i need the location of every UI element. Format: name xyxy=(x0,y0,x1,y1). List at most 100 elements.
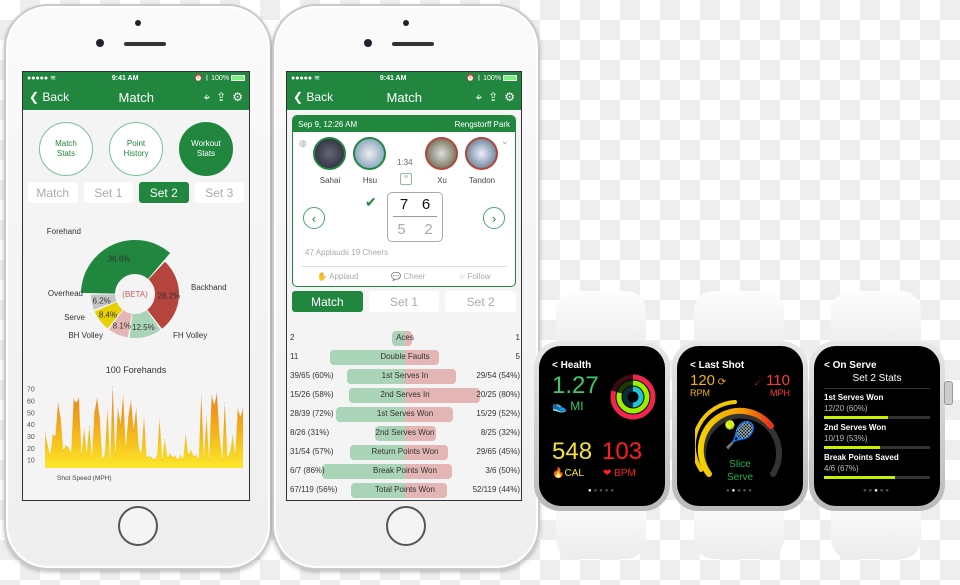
donut-percent-label: 8.1% xyxy=(113,321,131,330)
speed-data-point xyxy=(47,445,48,446)
speed-data-point xyxy=(107,409,108,411)
speed-data-point xyxy=(216,393,218,394)
tab-set-1[interactable]: Set 1 xyxy=(83,182,133,203)
avatar-hsu[interactable] xyxy=(353,137,386,170)
back-button[interactable]: < On Serve xyxy=(824,360,930,371)
battery-icon xyxy=(503,75,517,82)
speed-data-point xyxy=(213,404,215,406)
tab-set-2[interactable]: Set 2 xyxy=(139,182,189,203)
y-tick-label: 30 xyxy=(27,434,35,441)
tab-set-3[interactable]: Set 3 xyxy=(194,182,244,203)
player-name: Sahai xyxy=(319,176,341,185)
donut-percent-label: 12.5% xyxy=(132,323,155,332)
speed-data-point xyxy=(86,453,88,455)
shot-speed-chart: 10 20 30 40 50 60 70 Shot Speed (MPH) xyxy=(27,386,244,482)
wifi-icon: ≋ xyxy=(314,75,320,82)
home-button[interactable] xyxy=(118,506,158,546)
serve-stat-value: 10/19 (53%) xyxy=(824,434,868,443)
calories-unit-row: 🔥CAL xyxy=(552,468,584,479)
workout-stats-button[interactable]: Workout Stats xyxy=(179,122,233,176)
gear-icon[interactable]: ⚙ xyxy=(504,90,515,105)
stat-row: 15/26 (58%) 2nd Serves In 20/25 (80%) xyxy=(287,387,521,403)
watch-last-shot: < Last Shot 120 ⟳ RPM ☄ 110 MPH 🎾 Slice S… xyxy=(672,291,812,571)
stat-row: 39/65 (60%) 1st Serves In 29/54 (54%) xyxy=(287,368,521,384)
back-button[interactable]: < Last Shot xyxy=(690,360,790,371)
chevron-down-icon[interactable]: ⌄ xyxy=(501,136,509,147)
share-icon[interactable]: ⇪ xyxy=(488,90,498,105)
watch-health: < Health 1.27 👟 MI 548 103 🔥CAL ❤ BPM ●●… xyxy=(534,291,674,571)
avatar-sahai[interactable] xyxy=(313,137,346,170)
speed-data-point xyxy=(57,402,59,404)
page-indicator: ●●●●● xyxy=(587,488,617,494)
avatar-tandon[interactable] xyxy=(465,137,498,170)
tab-set-2[interactable]: Set 2 xyxy=(445,291,517,312)
speed-data-point xyxy=(83,428,85,430)
gear-icon[interactable]: ⚙ xyxy=(232,90,243,105)
avatar-xu[interactable] xyxy=(425,137,458,170)
share-icon[interactable]: ⇪ xyxy=(216,90,226,105)
donut-percent-label: 8.4% xyxy=(99,311,117,320)
speed-area-series xyxy=(45,386,243,468)
cheer-button[interactable]: 💬 Cheer xyxy=(391,272,425,281)
heart-icon: ❤ xyxy=(603,468,612,479)
back-button[interactable]: ❮ Back xyxy=(29,90,69,104)
serve-stat-track xyxy=(824,416,930,419)
speed-data-point xyxy=(203,457,205,458)
speed-data-point xyxy=(52,434,54,436)
next-match-button[interactable]: › xyxy=(483,207,505,229)
speed-data-point xyxy=(177,459,179,461)
point-history-button[interactable]: Point History xyxy=(109,122,163,176)
location-pin-icon[interactable]: ⌖ xyxy=(203,90,210,105)
speed-data-point xyxy=(187,454,189,456)
chevron-left-icon: ❮ xyxy=(293,90,304,104)
speed-unit: MPH xyxy=(770,388,790,398)
match-card: Sep 9, 12:26 AM Rengstorff Park ◍ ⌄ Saha… xyxy=(292,115,516,287)
location-pin-icon[interactable]: ⌖ xyxy=(475,90,482,105)
stat-row: 28/39 (72%) 1st Serves Won 15/29 (52%) xyxy=(287,406,521,422)
donut-category-label: FH Volley xyxy=(173,331,207,340)
home-button[interactable] xyxy=(386,506,426,546)
match-location: Rengstorff Park xyxy=(454,119,510,129)
speed-data-point xyxy=(208,459,210,461)
shot-type-label: Slice Serve xyxy=(726,459,754,483)
shot-distribution-donut: 36.6% Forehand 28.2% Backhand 12.5% FH Volley… xyxy=(47,227,227,340)
back-button[interactable]: < Health xyxy=(552,360,652,371)
serve-stats-list: 1st Serves Won 12/20 (60%) 2nd Serves Wo… xyxy=(824,393,930,479)
donut-percent-label: 36.6% xyxy=(108,254,131,263)
serve-stat-item: 1st Serves Won 12/20 (60%) xyxy=(824,393,930,419)
speed-data-point xyxy=(242,408,244,410)
chevron-left-icon: ‹ xyxy=(311,210,317,226)
tennis-player-icon: 🎾 xyxy=(723,420,757,450)
speed-data-point xyxy=(174,455,176,457)
front-sensor xyxy=(403,20,409,26)
signal-indicator: ●●●●● ≋ xyxy=(291,75,320,82)
applaud-button[interactable]: ✋ Applaud xyxy=(317,272,358,281)
tab-match[interactable]: Match xyxy=(292,291,363,312)
serve-stat-track xyxy=(824,446,930,449)
digital-crown[interactable] xyxy=(944,381,953,405)
back-button[interactable]: ❮ Back xyxy=(293,90,333,104)
watch-title: Set 2 Stats xyxy=(824,373,930,389)
watch-screen: < On Serve Set 2 Stats 1st Serves Won 12… xyxy=(814,346,940,506)
earpiece-speaker xyxy=(392,42,434,46)
speed-data-point xyxy=(227,457,228,458)
alarm-icon: ⏰ xyxy=(194,75,204,82)
previous-match-button[interactable]: ‹ xyxy=(303,207,325,229)
watch-case: < Health 1.27 👟 MI 548 103 🔥CAL ❤ BPM ●●… xyxy=(534,341,670,511)
watch-screen: < Last Shot 120 ⟳ RPM ☄ 110 MPH 🎾 Slice S… xyxy=(677,346,803,506)
match-stats-button[interactable]: Match Stats xyxy=(39,122,93,176)
y-tick-label: 20 xyxy=(27,446,35,453)
speed-data-point xyxy=(180,454,181,456)
speed-data-point xyxy=(122,395,124,397)
tab-match[interactable]: Match xyxy=(28,182,78,203)
speed-data-point xyxy=(159,419,161,420)
page-indicator: ●●●●● xyxy=(725,488,755,494)
shoe-icon: 👟 xyxy=(552,399,567,413)
match-segmented-control: Match Set 1 Set 2 xyxy=(287,291,521,312)
player-name: Xu xyxy=(437,176,447,185)
tab-set-1[interactable]: Set 1 xyxy=(368,291,440,312)
speed-data-point xyxy=(49,454,51,456)
follow-button[interactable]: ☆ Follow xyxy=(458,272,491,281)
y-tick-label: 60 xyxy=(27,399,35,406)
spin-value-row: 120 ⟳ xyxy=(690,372,727,389)
